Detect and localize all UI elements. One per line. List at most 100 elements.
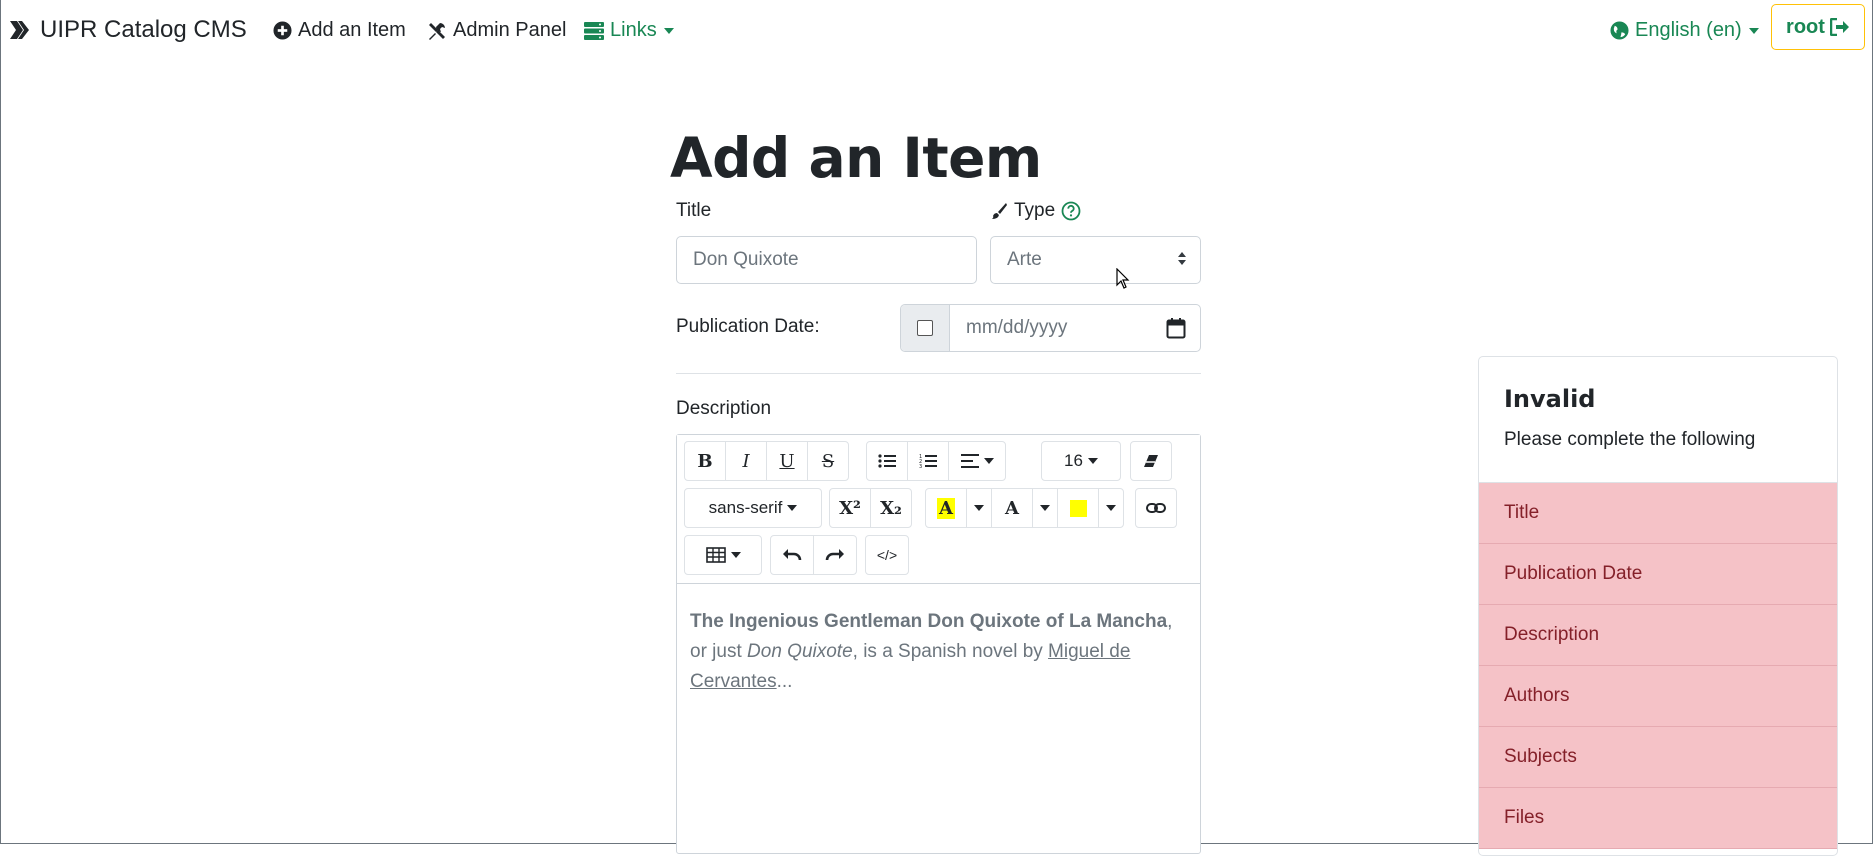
rich-text-editor: B I U S 123 16 sans-serif X² X₂ A A </> …	[676, 434, 1201, 854]
codeview-group: </>	[865, 535, 909, 575]
nav-links-dropdown[interactable]: Links	[584, 19, 674, 42]
unordered-list-button[interactable]	[866, 441, 908, 481]
title-input[interactable]: Don Quixote	[676, 236, 977, 284]
clear-format-button[interactable]	[1130, 441, 1172, 481]
content-italic-text: Don Quixote	[747, 641, 853, 662]
user-label: root	[1786, 15, 1825, 38]
chevron-down-icon	[983, 458, 994, 464]
superscript-button[interactable]: X²	[829, 488, 871, 528]
font-size-dropdown[interactable]: 16	[1041, 441, 1121, 481]
chevron-down-icon	[1040, 505, 1050, 511]
content-ellipsis: ...	[776, 671, 793, 692]
chevrons-logo-icon	[10, 21, 29, 39]
italic-button[interactable]: I	[725, 441, 767, 481]
strikethrough-button[interactable]: S	[807, 441, 849, 481]
link-group	[1135, 488, 1177, 528]
brand-link[interactable]: UIPR Catalog CMS	[9, 16, 247, 44]
list-ol-icon: 123	[919, 454, 937, 469]
invalid-panel: Invalid Please complete the following Ti…	[1478, 356, 1838, 856]
calendar-icon[interactable]	[1166, 317, 1186, 339]
globe-icon	[1610, 21, 1629, 40]
table-icon	[705, 547, 726, 563]
server-icon	[584, 21, 604, 40]
chevron-down-icon	[974, 505, 984, 511]
invalid-panel-header: Invalid Please complete the following	[1479, 357, 1837, 483]
bold-button[interactable]: B	[684, 441, 726, 481]
pubdate-checkbox[interactable]	[917, 320, 933, 336]
plus-circle-icon	[273, 21, 292, 40]
history-group	[770, 535, 857, 575]
back-color-caret[interactable]	[1098, 488, 1124, 528]
content-bold-text: The Ingenious Gentleman Don Quixote of L…	[690, 611, 1168, 632]
content-text-2: , is a Spanish novel by	[852, 641, 1049, 662]
invalid-title: Invalid	[1504, 385, 1596, 413]
tools-icon	[429, 22, 445, 40]
align-left-icon	[960, 454, 979, 468]
mouse-cursor-icon	[1116, 268, 1130, 289]
color-swatch-icon	[1069, 499, 1087, 517]
sign-out-icon	[1829, 18, 1849, 36]
link-icon	[1146, 503, 1166, 513]
fore-color-button[interactable]: A	[991, 488, 1033, 528]
help-circle-icon[interactable]	[1061, 201, 1081, 221]
chevron-down-icon	[663, 27, 674, 34]
redo-button[interactable]	[813, 535, 857, 575]
editor-content[interactable]: The Ingenious Gentleman Don Quixote of L…	[690, 607, 1190, 697]
type-label-row: Type	[990, 200, 1081, 222]
list-ul-icon	[878, 454, 896, 468]
underline-button[interactable]: U	[766, 441, 808, 481]
invalid-item[interactable]: Publication Date	[1479, 544, 1837, 605]
invalid-item[interactable]: Authors	[1479, 666, 1837, 727]
pubdate-checkbox-addon	[901, 305, 950, 351]
invalid-item[interactable]: Description	[1479, 605, 1837, 666]
pubdate-group: mm/dd/yyyy	[900, 304, 1201, 352]
subscript-button[interactable]: X₂	[870, 488, 912, 528]
undo-button[interactable]	[770, 535, 814, 575]
pubdate-input[interactable]: mm/dd/yyyy	[950, 305, 1200, 351]
paragraph-group: 123	[866, 441, 1006, 481]
language-dropdown[interactable]: English (en)	[1610, 19, 1759, 42]
nav-links-label: Links	[610, 19, 657, 41]
type-select-value: Arte	[1007, 249, 1042, 270]
invalid-item[interactable]: Files	[1479, 788, 1837, 849]
eraser-icon	[1144, 455, 1158, 467]
editor-toolbar: B I U S 123 16 sans-serif X² X₂ A A </>	[677, 435, 1200, 584]
navbar: UIPR Catalog CMS Add an Item Admin Panel…	[0, 0, 1873, 62]
undo-icon	[783, 549, 802, 561]
fore-color-caret[interactable]	[1032, 488, 1058, 528]
invalid-subtitle: Please complete the following	[1504, 429, 1756, 450]
recent-color-button[interactable]: A	[925, 488, 967, 528]
chevron-down-icon	[1087, 458, 1098, 464]
chevron-down-icon	[787, 505, 798, 511]
pubdate-label: Publication Date:	[676, 316, 820, 337]
recent-color-caret[interactable]	[966, 488, 992, 528]
type-select[interactable]: Arte	[990, 236, 1201, 284]
invalid-item[interactable]: Title	[1479, 483, 1837, 544]
align-dropdown-button[interactable]	[948, 441, 1006, 481]
language-label: English (en)	[1635, 19, 1742, 41]
title-label: Title	[676, 200, 712, 221]
user-logout-button[interactable]: root	[1771, 4, 1865, 50]
font-family-group: sans-serif	[684, 488, 822, 528]
chevron-down-icon	[1106, 505, 1116, 511]
color-group: A A	[925, 488, 1124, 528]
page-title: Add an Item	[670, 126, 1042, 190]
description-label: Description	[676, 398, 772, 419]
chevron-down-icon	[730, 552, 741, 558]
invalid-item[interactable]: Subjects	[1479, 727, 1837, 788]
chevron-down-icon	[1748, 27, 1759, 34]
paint-brush-icon	[992, 203, 1007, 219]
code-view-button[interactable]: </>	[865, 535, 909, 575]
script-group: X² X₂	[829, 488, 912, 528]
brand-label: UIPR Catalog CMS	[40, 16, 247, 43]
nav-add-item[interactable]: Add an Item	[273, 19, 406, 42]
table-dropdown[interactable]	[684, 535, 762, 575]
font-family-dropdown[interactable]: sans-serif	[684, 488, 822, 528]
nav-add-item-label: Add an Item	[298, 19, 406, 41]
ordered-list-button[interactable]: 123	[907, 441, 949, 481]
nav-admin-panel-label: Admin Panel	[453, 19, 567, 41]
link-button[interactable]	[1135, 488, 1177, 528]
nav-admin-panel[interactable]: Admin Panel	[427, 19, 566, 42]
table-group	[684, 535, 762, 575]
back-color-button[interactable]	[1057, 488, 1099, 528]
